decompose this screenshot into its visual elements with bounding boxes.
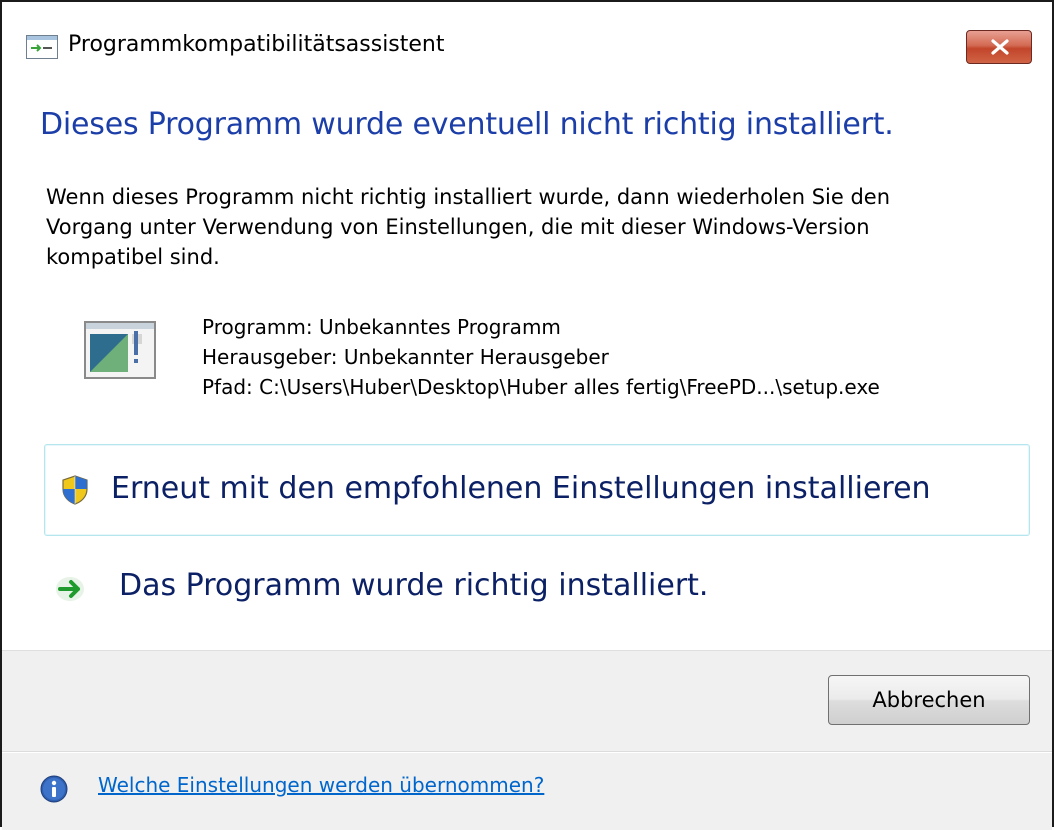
intro-line: Wenn dieses Programm nicht richtig insta… [46,185,891,209]
installed-correctly-button[interactable]: Das Programm wurde richtig installiert. [44,540,1030,632]
intro-line: kompatibel sind. [46,245,220,269]
dialog-footer: Abbrechen Welche Einstellungen werden üb… [2,650,1052,830]
main-instruction: Dieses Programm wurde eventuell nicht ri… [40,107,894,142]
close-button[interactable] [966,30,1032,64]
program-window-icon [84,321,156,379]
program-publisher: Herausgeber: Unbekannter Herausgeber [202,345,609,369]
compatibility-app-icon [26,35,58,59]
program-name: Programm: Unbekanntes Programm [202,315,561,339]
footer-divider [2,751,1052,753]
installed-correctly-label: Das Programm wurde richtig installiert. [119,568,709,603]
green-arrow-icon [54,575,86,603]
settings-help-link[interactable]: Welche Einstellungen werden übernommen? [98,773,544,797]
program-details: Programm: Unbekanntes Programm Herausgeb… [202,312,880,402]
info-icon [40,775,68,803]
reinstall-recommended-button[interactable]: Erneut mit den empfohlenen Einstellungen… [44,444,1030,536]
program-path: Pfad: C:\Users\Huber\Desktop\Huber alles… [202,375,880,399]
window-title: Programmkompatibilitätsassistent [68,32,445,57]
uac-shield-icon [61,475,89,505]
close-icon [991,39,1009,55]
cancel-button[interactable]: Abbrechen [828,675,1030,725]
intro-line: Vorgang unter Verwendung von Einstellung… [46,215,870,239]
intro-text: Wenn dieses Programm nicht richtig insta… [46,182,1036,272]
compatibility-dialog: Programmkompatibilitätsassistent Dieses … [0,0,1054,830]
reinstall-label: Erneut mit den empfohlenen Einstellungen… [111,471,931,506]
title-bar[interactable]: Programmkompatibilitätsassistent [2,2,1052,90]
